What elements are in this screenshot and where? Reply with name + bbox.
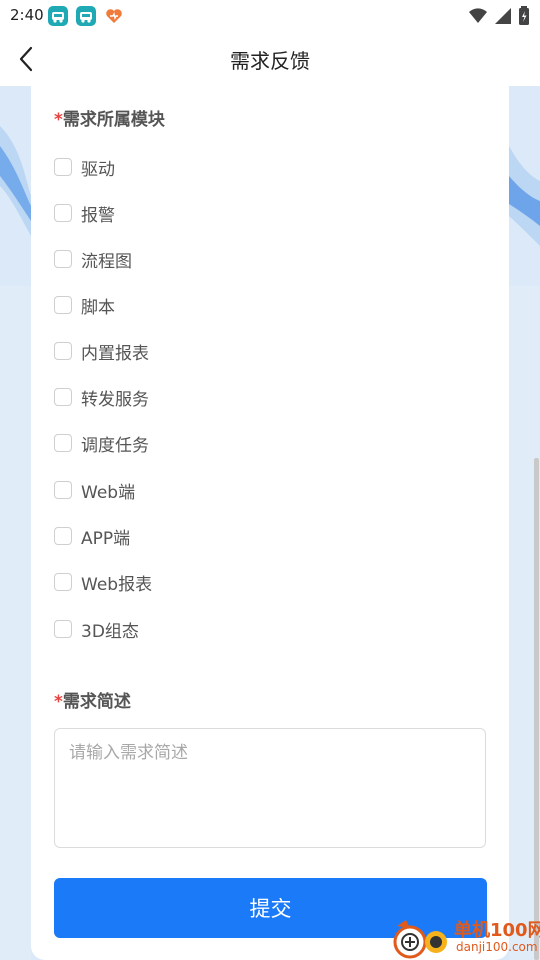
option-label: 报警	[81, 205, 115, 226]
checkbox[interactable]	[54, 342, 72, 360]
signal-icon	[495, 8, 511, 24]
option-label: 转发服务	[81, 389, 149, 410]
option-label: Web报表	[81, 574, 153, 595]
description-section-label: *需求简述	[54, 687, 131, 712]
watermark-mascot-icon	[393, 920, 447, 959]
watermark-logo: 单机100网 danji100.com	[392, 916, 540, 960]
required-mark: *	[54, 692, 63, 712]
option-label: 脚本	[81, 297, 115, 318]
module-section-label: *需求所属模块	[54, 105, 165, 130]
status-time: 2:40	[10, 6, 44, 24]
checkbox[interactable]	[54, 250, 72, 268]
checkbox[interactable]	[54, 158, 72, 176]
watermark-text-cn: 单机100网	[454, 920, 540, 941]
option-label: APP端	[81, 528, 131, 549]
status-bar: 2:40	[0, 0, 540, 32]
heart-app-icon	[104, 6, 124, 26]
checkbox[interactable]	[54, 573, 72, 591]
checkbox[interactable]	[54, 434, 72, 452]
checkbox[interactable]	[54, 620, 72, 638]
option-label: 内置报表	[81, 343, 149, 364]
checkbox[interactable]	[54, 204, 72, 222]
option-3d-config[interactable]: 3D组态	[54, 616, 139, 642]
battery-icon	[519, 6, 529, 25]
option-drive[interactable]: 驱动	[54, 154, 115, 180]
checkbox[interactable]	[54, 388, 72, 406]
option-web-report[interactable]: Web报表	[54, 569, 152, 595]
option-label: 驱动	[81, 159, 115, 180]
option-builtin-report[interactable]: 内置报表	[54, 338, 149, 364]
option-web[interactable]: Web端	[54, 477, 135, 503]
option-flowchart[interactable]: 流程图	[54, 246, 132, 272]
option-forward-service[interactable]: 转发服务	[54, 384, 149, 410]
option-scheduled-task[interactable]: 调度任务	[54, 430, 149, 456]
scrollbar[interactable]	[534, 458, 539, 960]
checkbox[interactable]	[54, 296, 72, 314]
checkbox[interactable]	[54, 481, 72, 499]
option-label: 调度任务	[81, 435, 149, 456]
checkbox[interactable]	[54, 527, 72, 545]
required-mark: *	[54, 110, 63, 130]
watermark-text-en: danji100.com	[456, 940, 538, 954]
description-input[interactable]	[54, 728, 486, 848]
page-title: 需求反馈	[230, 49, 310, 73]
module-label-text: 需求所属模块	[62, 110, 165, 130]
description-label-text: 需求简述	[62, 692, 131, 712]
header: 需求反馈	[0, 32, 540, 86]
car-app-icon	[76, 6, 96, 26]
option-alarm[interactable]: 报警	[54, 200, 115, 226]
option-label: Web端	[81, 482, 136, 503]
car-app-icon	[48, 6, 68, 26]
option-label: 流程图	[81, 251, 132, 272]
form-card: *需求所属模块 驱动 报警 流程图 脚本 内置报表 转发服务 调度任务 Web端…	[31, 86, 509, 960]
option-script[interactable]: 脚本	[54, 292, 115, 318]
option-label: 3D组态	[81, 621, 139, 642]
option-app[interactable]: APP端	[54, 523, 130, 549]
wifi-icon	[469, 8, 487, 23]
